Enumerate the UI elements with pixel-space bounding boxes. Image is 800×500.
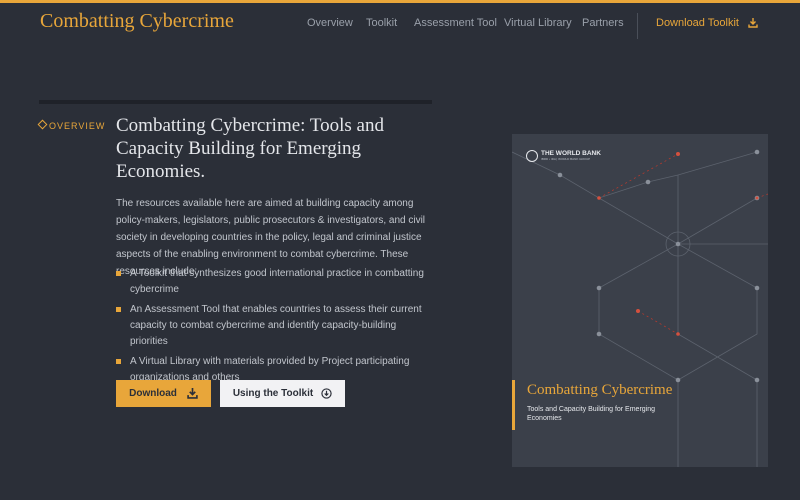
using-toolkit-button[interactable]: Using the Toolkit: [220, 380, 345, 407]
site-header: Combatting Cybercrime Overview Toolkit A…: [0, 3, 800, 44]
nav-partners[interactable]: Partners: [582, 17, 624, 29]
toolkit-cover-image[interactable]: THE WORLD BANK IBRD • IDA | WORLD BANK G…: [512, 134, 768, 467]
download-tray-icon: [748, 18, 758, 28]
bullet-square-icon: [116, 359, 121, 364]
diamond-icon: [37, 119, 48, 130]
nav-divider: [637, 13, 638, 39]
download-button[interactable]: Download: [116, 380, 211, 407]
download-button-label: Download: [129, 388, 177, 399]
cover-title: Combatting Cybercrime: [527, 382, 673, 398]
section-label-text: OVERVIEW: [49, 121, 106, 131]
publisher-name: THE WORLD BANK: [541, 150, 601, 157]
download-toolkit-label: Download Toolkit: [656, 17, 739, 29]
using-toolkit-label: Using the Toolkit: [232, 388, 314, 399]
publisher-subtitle: IBRD • IDA | WORLD BANK GROUP: [541, 157, 591, 161]
cover-subtitle: Tools and Capacity Building for Emerging…: [527, 406, 656, 422]
resources-list: A Toolkit that synthesizes good internat…: [116, 266, 436, 390]
nav-virtual-library[interactable]: Virtual Library: [504, 17, 572, 29]
nav-overview[interactable]: Overview: [307, 17, 353, 29]
download-tray-icon: [187, 388, 198, 399]
nav-toolkit[interactable]: Toolkit: [366, 17, 397, 29]
download-toolkit-link[interactable]: Download Toolkit: [656, 17, 758, 29]
cover-accent-bar: [512, 380, 515, 430]
nav-assessment-tool[interactable]: Assessment Tool: [414, 17, 497, 29]
bullet-square-icon: [116, 307, 121, 312]
site-title-link[interactable]: Combatting Cybercrime: [40, 10, 234, 33]
section-label: OVERVIEW: [37, 119, 106, 131]
list-item-text: An Assessment Tool that enables countrie…: [130, 304, 422, 347]
content-divider: [39, 100, 432, 104]
world-bank-logo: THE WORLD BANK IBRD • IDA | WORLD BANK G…: [526, 150, 601, 162]
list-item: A Toolkit that synthesizes good internat…: [116, 266, 436, 298]
arrow-circle-icon: [321, 388, 332, 399]
list-item: An Assessment Tool that enables countrie…: [116, 302, 436, 350]
page-title: Combatting Cybercrime: Tools and Capacit…: [116, 115, 384, 182]
globe-icon: [526, 150, 538, 162]
bullet-square-icon: [116, 271, 121, 276]
list-item-text: A Toolkit that synthesizes good internat…: [130, 268, 424, 295]
list-item-text: A Virtual Library with materials provide…: [130, 356, 410, 383]
